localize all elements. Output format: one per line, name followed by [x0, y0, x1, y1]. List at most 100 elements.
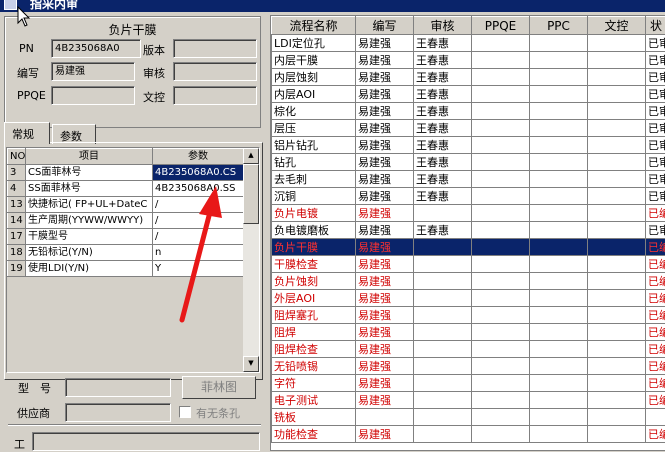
flow-row[interactable]: 去毛刺易建强王春惠已审: [272, 171, 665, 188]
scroll-thumb[interactable]: [243, 164, 259, 224]
flow-row[interactable]: 负片干膜易建强已编: [272, 239, 665, 256]
flow-doccontrol: [588, 358, 646, 375]
param-value[interactable]: /: [153, 229, 244, 245]
flow-auditor: [414, 375, 472, 392]
param-row[interactable]: 19 使用LDI(Y/N) Y: [8, 261, 244, 277]
col-header-auditor[interactable]: 审核: [414, 17, 472, 35]
scroll-up-icon[interactable]: ▲: [243, 148, 259, 164]
col-header-item[interactable]: 项目: [26, 149, 153, 165]
flow-doccontrol: [588, 222, 646, 239]
flow-ppqe: [472, 290, 530, 307]
flow-row[interactable]: 内层干膜易建强王春惠已审: [272, 52, 665, 69]
pn-field[interactable]: 4B235068A0: [51, 39, 141, 58]
flow-row[interactable]: 负片蚀刻易建强已编: [272, 273, 665, 290]
flow-process-name: 铝片钻孔: [272, 137, 356, 154]
flow-status: 已审: [646, 137, 665, 154]
flow-ppqe: [472, 239, 530, 256]
flow-row[interactable]: 字符易建强已编: [272, 375, 665, 392]
col-header-ppc[interactable]: PPC: [530, 17, 588, 35]
param-value[interactable]: /: [153, 197, 244, 213]
params-grid[interactable]: NO 项目 参数 3 CS面菲林号 4B235068A0.CS 4 SS面菲林号…: [6, 147, 260, 373]
flow-process-name: 负片电镀: [272, 205, 356, 222]
model-field[interactable]: [65, 378, 171, 397]
flow-author: 易建强: [356, 375, 414, 392]
flow-auditor: 王春惠: [414, 171, 472, 188]
flow-doccontrol: [588, 103, 646, 120]
col-header-doccontrol[interactable]: 文控: [588, 17, 646, 35]
param-value[interactable]: Y: [153, 261, 244, 277]
flow-row[interactable]: LDI定位孔易建强王春惠已审: [272, 35, 665, 52]
flow-row[interactable]: 干膜检查易建强已编: [272, 256, 665, 273]
col-header-author[interactable]: 编写: [356, 17, 414, 35]
flow-row[interactable]: 电子测试易建强已编: [272, 392, 665, 409]
mouse-cursor-icon: [16, 6, 32, 28]
flow-author: 易建强: [356, 103, 414, 120]
col-header-process[interactable]: 流程名称: [272, 17, 356, 35]
flow-ppc: [530, 154, 588, 171]
param-row[interactable]: 3 CS面菲林号 4B235068A0.CS: [8, 165, 244, 181]
flow-row[interactable]: 内层蚀刻易建强王春惠已审: [272, 69, 665, 86]
flow-grid[interactable]: 流程名称 编写 审核 PPQE PPC 文控 状 LDI定位孔易建强王春惠已审内…: [270, 15, 665, 451]
flow-ppqe: [472, 69, 530, 86]
flow-ppqe: [472, 341, 530, 358]
ppqe-field[interactable]: [51, 86, 135, 105]
flow-row[interactable]: 外层AOI易建强已编: [272, 290, 665, 307]
doccontrol-field[interactable]: [173, 86, 257, 105]
col-header-value[interactable]: 参数: [153, 149, 244, 165]
film-image-button[interactable]: 菲林图: [182, 376, 256, 399]
flow-ppc: [530, 358, 588, 375]
tab-general[interactable]: 常规: [4, 122, 50, 144]
flow-process-name: 字符: [272, 375, 356, 392]
flow-row[interactable]: 钻孔易建强王春惠已审: [272, 154, 665, 171]
audit-field[interactable]: [173, 62, 257, 81]
flow-auditor: 王春惠: [414, 154, 472, 171]
flow-author: 易建强: [356, 426, 414, 443]
tool-field[interactable]: [32, 432, 260, 451]
title-bar[interactable]: 指采内审: [0, 0, 665, 12]
author-field[interactable]: 易建强: [51, 62, 135, 81]
flow-ppqe: [472, 188, 530, 205]
param-row[interactable]: 4 SS面菲林号 4B235068A0.SS: [8, 181, 244, 197]
flow-ppc: [530, 375, 588, 392]
flow-row[interactable]: 功能检查易建强已编: [272, 426, 665, 443]
flow-row[interactable]: 棕化易建强王春惠已审: [272, 103, 665, 120]
param-value[interactable]: 4B235068A0.CS: [153, 165, 244, 181]
flow-row[interactable]: 铝片钻孔易建强王春惠已审: [272, 137, 665, 154]
param-value[interactable]: /: [153, 213, 244, 229]
flow-row[interactable]: 负电镀磨板易建强王春惠已审: [272, 222, 665, 239]
param-row[interactable]: 18 无铅标记(Y/N) n: [8, 245, 244, 261]
param-row[interactable]: 14 生产周期(YYWW/WWYY) /: [8, 213, 244, 229]
version-field[interactable]: [173, 39, 257, 58]
pn-label: PN: [19, 42, 34, 55]
param-row[interactable]: 17 干膜型号 /: [8, 229, 244, 245]
flow-author: 易建强: [356, 35, 414, 52]
flow-row[interactable]: 沉铜易建强王春惠已审: [272, 188, 665, 205]
flow-row[interactable]: 内层AOI易建强王春惠已审: [272, 86, 665, 103]
flow-process-name: 干膜检查: [272, 256, 356, 273]
flow-process-name: 内层干膜: [272, 52, 356, 69]
nobarcode-checkbox[interactable]: [179, 406, 191, 418]
col-header-no[interactable]: NO: [8, 149, 26, 165]
flow-ppqe: [472, 171, 530, 188]
flow-ppqe: [472, 137, 530, 154]
col-header-ppqe[interactable]: PPQE: [472, 17, 530, 35]
supplier-field[interactable]: [65, 403, 171, 422]
flow-row[interactable]: 阻焊易建强已编: [272, 324, 665, 341]
flow-row[interactable]: 铣板: [272, 409, 665, 426]
col-header-status[interactable]: 状: [646, 17, 665, 35]
flow-row[interactable]: 无铅喷锡易建强已编: [272, 358, 665, 375]
scroll-down-icon[interactable]: ▼: [243, 356, 259, 372]
flow-status: 已编: [646, 273, 665, 290]
param-value[interactable]: n: [153, 245, 244, 261]
param-value[interactable]: 4B235068A0.SS: [153, 181, 244, 197]
flow-process-name: 无铅喷锡: [272, 358, 356, 375]
flow-row[interactable]: 阻焊检查易建强已编: [272, 341, 665, 358]
tab-params[interactable]: 参数: [52, 124, 96, 144]
param-no: 4: [8, 181, 26, 197]
flow-row[interactable]: 层压易建强王春惠已审: [272, 120, 665, 137]
params-scrollbar[interactable]: ▲ ▼: [243, 148, 259, 372]
flow-row[interactable]: 阻焊塞孔易建强已编: [272, 307, 665, 324]
flow-row[interactable]: 负片电镀易建强已编: [272, 205, 665, 222]
flow-auditor: 王春惠: [414, 120, 472, 137]
param-row[interactable]: 13 快捷标记( FP+UL+DateC /: [8, 197, 244, 213]
